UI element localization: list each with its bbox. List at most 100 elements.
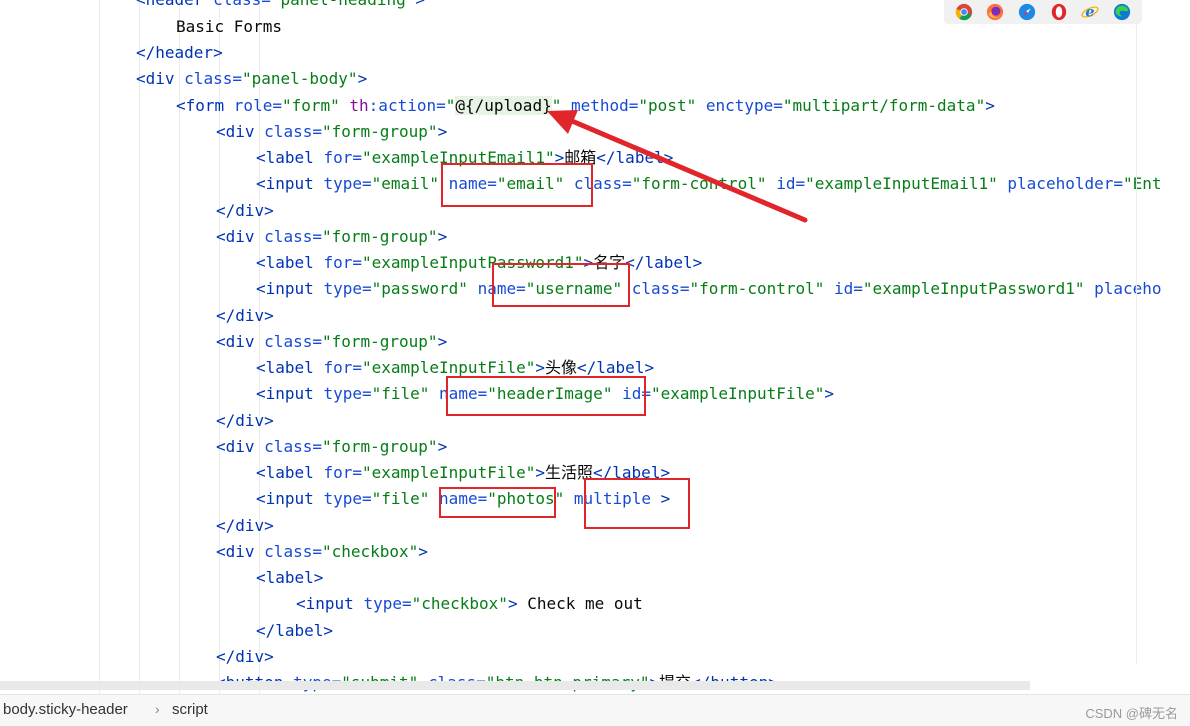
code-line: </div> [216, 303, 274, 329]
code-token: <div [216, 542, 265, 561]
code-token: " [445, 96, 456, 115]
code-token: <label [256, 253, 324, 272]
code-token: 头像 [545, 358, 578, 377]
code-token: <label [256, 463, 324, 482]
code-token: id= [776, 174, 806, 193]
code-token: for= [323, 463, 362, 482]
code-token: "email" [371, 174, 449, 193]
code-token: <div [216, 122, 265, 141]
vertical-ruler [1136, 24, 1137, 664]
code-line: <input type="password" name="username" c… [256, 276, 1162, 302]
annotation-box-username [492, 263, 630, 307]
code-token: <form [176, 96, 234, 115]
code-token: </header> [136, 43, 223, 62]
code-token: > [535, 358, 545, 377]
code-token: class= [264, 227, 322, 246]
code-line: <form role="form" th:action="@{/upload}"… [176, 93, 995, 119]
indent-guide [99, 0, 100, 694]
code-token: </label> [256, 621, 334, 640]
code-token: :action= [368, 96, 446, 115]
code-line: </div> [216, 644, 274, 670]
code-token: <input [256, 384, 324, 403]
code-token-highlight: @{/upload} [455, 96, 552, 115]
code-editor[interactable]: <header class="panel-heading"> Basic For… [0, 0, 1190, 694]
firefox-icon[interactable] [986, 3, 1004, 21]
ie-icon[interactable]: e [1081, 3, 1100, 21]
code-token: type= [323, 384, 372, 403]
code-token: <div [216, 437, 265, 456]
breadcrumb-separator: › [155, 701, 160, 717]
code-token: class= [264, 542, 322, 561]
code-token: "panel-body" [241, 69, 358, 88]
code-token: class= [264, 332, 322, 351]
opera-icon[interactable] [1050, 3, 1068, 21]
code-token: <label [256, 148, 324, 167]
code-token: "exampleInputFile" [361, 463, 536, 482]
code-token: > [418, 542, 428, 561]
code-token: class= [184, 69, 242, 88]
code-token: <div [216, 332, 265, 351]
code-token: Basic Forms [176, 17, 282, 36]
code-token: "Ent [1123, 174, 1162, 193]
code-token: "form-group" [321, 227, 438, 246]
browser-preview-bar: e [944, 0, 1142, 24]
code-line: </div> [216, 408, 274, 434]
code-line: </div> [216, 513, 274, 539]
code-token: "form-group" [321, 332, 438, 351]
code-line: <div class="panel-body"> [136, 66, 367, 92]
horizontal-scrollbar[interactable] [0, 681, 1030, 690]
breadcrumb-script[interactable]: script [172, 701, 208, 718]
breadcrumb-body[interactable]: body.sticky-header [3, 701, 128, 718]
code-token: Check me out [517, 594, 643, 613]
edge-icon[interactable] [1113, 3, 1131, 21]
code-token: "password" [371, 279, 478, 298]
code-token: "form-group" [321, 122, 438, 141]
code-token: class= [213, 0, 271, 9]
code-token: for= [323, 148, 362, 167]
code-token: type= [363, 594, 412, 613]
indent-guide [139, 0, 140, 694]
code-token: > [535, 463, 545, 482]
code-token: "form-group" [321, 437, 438, 456]
annotation-box-header-image [446, 376, 646, 416]
code-token: > [824, 384, 835, 403]
safari-icon[interactable] [1018, 3, 1036, 21]
code-token: <input [296, 594, 364, 613]
code-line: Basic Forms [176, 14, 282, 40]
code-token: class= [264, 437, 322, 456]
code-token: class= [631, 279, 690, 298]
code-token: enctype= [705, 96, 783, 115]
status-bar: body.sticky-header › script CSDN @碑无名 [0, 694, 1190, 726]
code-token: > [985, 96, 995, 115]
code-token: type= [323, 174, 372, 193]
code-token: type= [323, 279, 372, 298]
code-token: </div> [216, 411, 274, 430]
code-token: type= [323, 489, 372, 508]
code-token: > [507, 594, 518, 613]
code-line: <div class="form-group"> [216, 329, 447, 355]
code-token: <div [136, 69, 185, 88]
annotation-box-email [441, 163, 593, 207]
code-token: > [437, 227, 448, 246]
code-token: > [437, 437, 448, 456]
code-token: <label [256, 358, 324, 377]
annotation-box-multiple [584, 478, 690, 529]
code-token: "checkbox" [321, 542, 419, 561]
code-token: "exampleInputFile" [361, 358, 536, 377]
code-token: " [551, 96, 571, 115]
code-token: "form-control" [631, 174, 777, 193]
code-token: th [349, 96, 369, 115]
code-line: <div class="form-group"> [216, 119, 447, 145]
code-token: id= [834, 279, 863, 298]
chrome-icon[interactable] [955, 3, 973, 21]
code-token: "form" [281, 96, 350, 115]
code-line: <div class="form-group"> [216, 434, 447, 460]
watermark: CSDN @碑无名 [1085, 706, 1178, 721]
code-token: "checkbox" [411, 594, 508, 613]
code-token: "exampleInputFile" [650, 384, 825, 403]
code-line: </label> [256, 618, 333, 644]
code-token: "exampleInputEmail1" [805, 174, 1008, 193]
annotation-box-photos [439, 487, 556, 518]
code-token: </label> [625, 253, 703, 272]
code-token: placeho [1094, 279, 1162, 298]
